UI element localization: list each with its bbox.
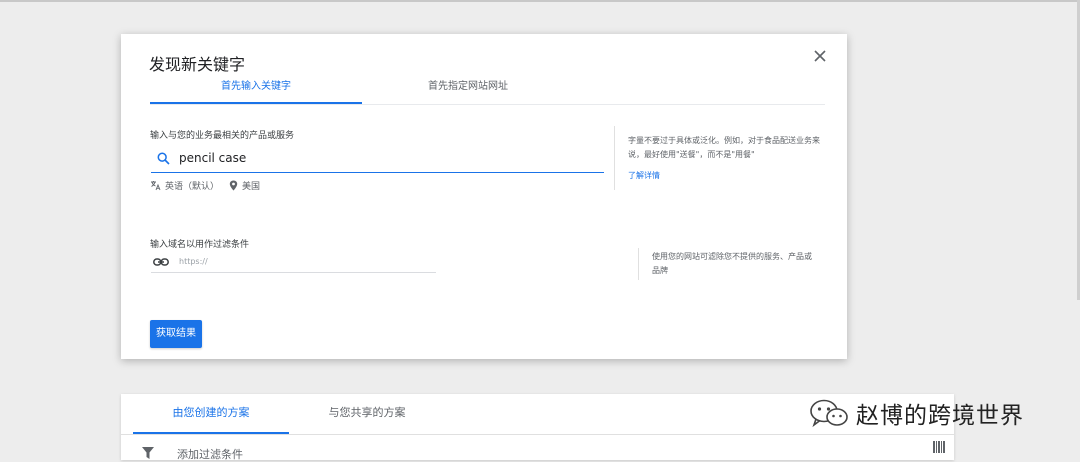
domain-input[interactable] <box>179 254 429 268</box>
watermark: 赵博的跨境世界 <box>808 396 1024 430</box>
dialog-title: 发现新关键字 <box>149 55 246 74</box>
location-setting[interactable]: 美国 <box>242 179 260 192</box>
tab-shared-plans[interactable]: 与您共享的方案 <box>289 394 445 432</box>
watermark-text: 赵博的跨境世界 <box>856 403 1024 429</box>
keyword-field-label: 输入与您的业务最相关的产品或服务 <box>150 131 295 141</box>
barcode-icon[interactable] <box>933 441 945 453</box>
filter-icon[interactable] <box>142 447 154 459</box>
targeting-settings[interactable]: 英语（默认） 美国 <box>150 179 260 192</box>
learn-more-link[interactable]: 了解详情 <box>628 170 660 181</box>
keyword-tip: 字量不要过于具体或泛化。例如，对于食品配送业务来说，最好使用"送餐"，而不是"用… <box>628 136 820 159</box>
location-pin-icon <box>229 180 238 191</box>
domain-field-label: 输入域名以用作过滤条件 <box>150 240 250 250</box>
keyword-input[interactable] <box>179 149 579 167</box>
top-border <box>0 0 1080 2</box>
tab-created-plans[interactable]: 由您创建的方案 <box>133 394 289 434</box>
tab-start-with-website[interactable]: 首先指定网站网址 <box>362 79 574 103</box>
translate-icon <box>151 181 161 191</box>
domain-tip-divider <box>638 248 639 280</box>
domain-filter-field[interactable] <box>151 252 436 273</box>
domain-tip: 使用您的网站可滤除您不提供的服务、产品或品牌 <box>652 252 812 275</box>
search-icon <box>157 152 170 165</box>
link-icon <box>153 258 169 266</box>
language-setting[interactable]: 英语（默认） <box>165 179 219 192</box>
close-icon[interactable] <box>813 49 827 63</box>
divider <box>121 434 954 435</box>
keyword-search-field[interactable] <box>151 146 604 173</box>
discover-keywords-dialog: 发现新关键字 首先输入关键字 首先指定网站网址 输入与您的业务最相关的产品或服务… <box>121 34 847 359</box>
tab-start-with-keywords[interactable]: 首先输入关键字 <box>150 79 362 103</box>
keyword-tip-divider <box>614 126 615 190</box>
wechat-icon <box>810 399 848 428</box>
get-results-button[interactable]: 获取结果 <box>150 320 202 348</box>
tab-divider <box>150 104 825 105</box>
